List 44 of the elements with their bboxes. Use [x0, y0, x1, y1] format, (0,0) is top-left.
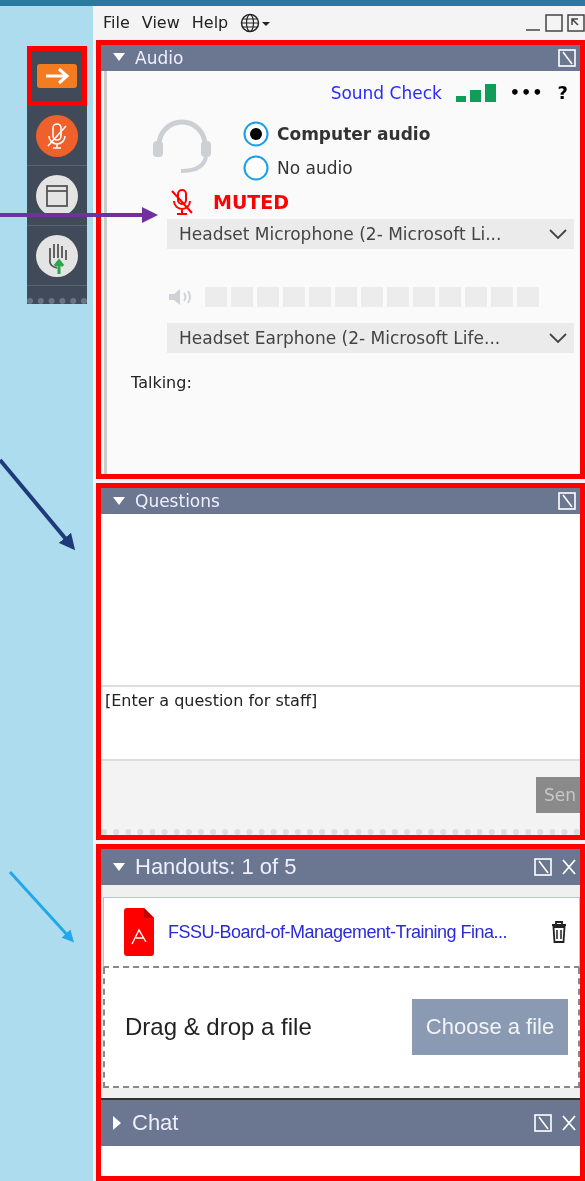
- chevron-down-icon: [548, 331, 568, 344]
- collapse-icon[interactable]: [113, 496, 125, 506]
- talking-label: Talking:: [130, 372, 193, 392]
- pdf-file-icon: [124, 908, 154, 956]
- restore-icon[interactable]: [567, 13, 585, 32]
- close-icon[interactable]: [562, 1114, 576, 1132]
- collapse-icon[interactable]: [113, 53, 125, 63]
- maximize-icon[interactable]: [545, 13, 563, 32]
- expand-icon[interactable]: [113, 1116, 122, 1130]
- speaker-dropdown[interactable]: Headset Earphone (2- Microsoft Life...: [167, 322, 574, 353]
- menu-item[interactable]: Help: [191, 13, 229, 33]
- more-options-button[interactable]: •••: [509, 83, 544, 103]
- audio-option[interactable]: No audio: [243, 154, 431, 181]
- popout-icon[interactable]: [558, 48, 576, 67]
- signal-bars-icon: [455, 83, 496, 102]
- muted-microphone-icon[interactable]: [169, 187, 195, 216]
- popout-icon[interactable]: [534, 1114, 552, 1132]
- chevron-down-icon: [548, 227, 568, 240]
- radio-button[interactable]: [243, 120, 269, 147]
- panel-title: Audio: [135, 47, 185, 68]
- audio-option[interactable]: Computer audio: [243, 120, 431, 147]
- popout-icon[interactable]: [558, 492, 576, 511]
- radio-button[interactable]: [243, 154, 269, 181]
- mute-status: MUTED: [213, 190, 290, 213]
- annotation-arrow: [8, 871, 75, 943]
- drop-hint: Drag & drop a file: [125, 1013, 312, 1041]
- globe-icon[interactable]: [240, 12, 273, 33]
- muted-microphone-icon[interactable]: [35, 113, 79, 158]
- sound-check-link[interactable]: Sound Check: [330, 82, 442, 103]
- drop-zone[interactable]: Drag & drop a file Choose a file: [103, 968, 580, 1088]
- menu-item[interactable]: File: [103, 13, 130, 33]
- menu-item[interactable]: View: [141, 13, 180, 33]
- close-icon[interactable]: [562, 858, 576, 876]
- microphone-dropdown[interactable]: Headset Microphone (2- Microsoft Li...: [167, 218, 574, 249]
- question-input[interactable]: [Enter a question for staff]: [101, 685, 580, 761]
- popout-icon[interactable]: [534, 858, 552, 876]
- collapse-icon[interactable]: [113, 862, 125, 872]
- file-link[interactable]: FSSU-Board-of-Management-Training Fina...: [168, 921, 537, 943]
- panel-title: Chat: [132, 1110, 180, 1136]
- trash-icon[interactable]: [551, 921, 567, 943]
- panel-title: Questions: [135, 491, 221, 512]
- raise-hand-icon[interactable]: [35, 233, 79, 278]
- panel-title: Handouts: 1 of 5: [135, 854, 298, 880]
- help-button[interactable]: ?: [557, 82, 568, 104]
